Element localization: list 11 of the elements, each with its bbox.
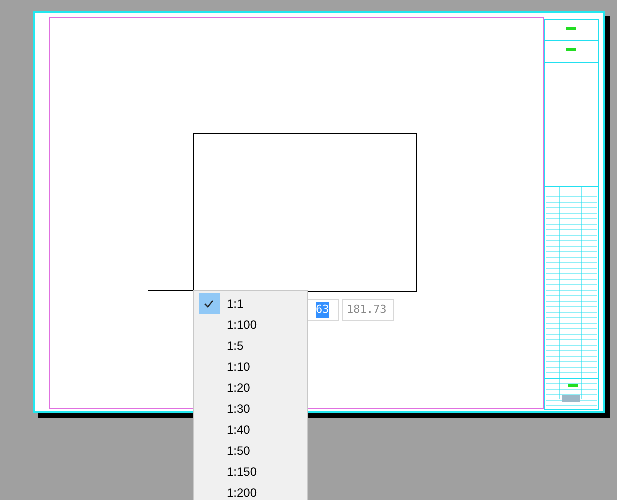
check-icon	[198, 293, 220, 314]
menu-item[interactable]: 1:30	[194, 398, 307, 419]
menu-item[interactable]: 1:5	[194, 335, 307, 356]
menu-item[interactable]: 1:40	[194, 419, 307, 440]
dimension-field[interactable]: 181.73	[342, 299, 394, 321]
menu-item[interactable]: 1:20	[194, 377, 307, 398]
menu-item[interactable]: 1:150	[194, 461, 307, 482]
menu-item[interactable]: 1:200	[194, 482, 307, 500]
menu-item[interactable]: 1:50	[194, 440, 307, 461]
guide-line	[148, 290, 194, 291]
menu-item[interactable]: 1:10	[194, 356, 307, 377]
